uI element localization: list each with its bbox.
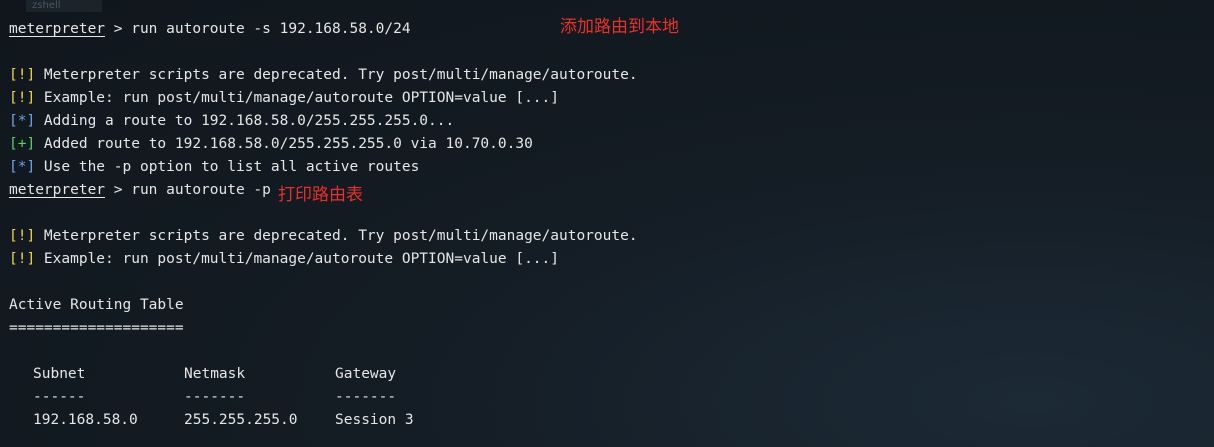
warning-tag: [!] (9, 67, 36, 83)
table-separator-row: ------ ------- ------- (9, 386, 1205, 409)
meterpreter-prompt: meterpreter (9, 182, 106, 198)
warning-tag: [!] (9, 90, 36, 106)
output-text: Example: run post/multi/manage/autoroute… (35, 90, 559, 106)
output-text: Use the -p option to list all active rou… (35, 159, 420, 175)
column-separator: ------- (335, 389, 397, 405)
command-line-2: meterpreter > run autoroute -p (9, 179, 1205, 202)
output-line: [!] Meterpreter scripts are deprecated. … (9, 225, 1205, 248)
terminal-tab[interactable]: zshell (26, 0, 102, 12)
output-text: Adding a route to 192.168.58.0/255.255.2… (35, 113, 455, 129)
table-row: 192.168.58.0 255.255.255.0 Session 3 (9, 409, 1205, 432)
gateway-cell: Session 3 (335, 412, 414, 428)
annotation-add-route: 添加路由到本地 (560, 17, 679, 37)
netmask-cell: 255.255.255.0 (184, 412, 298, 428)
column-separator: ------ (33, 389, 86, 405)
terminal-output: meterpreter > run autoroute -s 192.168.5… (9, 18, 1205, 432)
table-title-rule: ==================== (9, 320, 184, 336)
column-separator: ------- (184, 389, 246, 405)
table-title: Active Routing Table (9, 297, 184, 313)
output-line: [!] Meterpreter scripts are deprecated. … (9, 64, 1205, 87)
output-text: Meterpreter scripts are deprecated. Try … (35, 67, 638, 83)
output-line: [!] Example: run post/multi/manage/autor… (9, 248, 1205, 271)
column-header-subnet: Subnet (33, 366, 86, 382)
warning-tag: [!] (9, 251, 36, 267)
warning-tag: [!] (9, 228, 36, 244)
subnet-cell: 192.168.58.0 (33, 412, 138, 428)
command-text: > run autoroute -p (105, 182, 271, 198)
output-line: [!] Example: run post/multi/manage/autor… (9, 87, 1205, 110)
column-header-gateway: Gateway (335, 366, 397, 382)
command-text: > run autoroute -s 192.168.58.0/24 (105, 21, 411, 37)
annotation-print-table: 打印路由表 (278, 185, 363, 205)
output-text: Added route to 192.168.58.0/255.255.255.… (35, 136, 533, 152)
meterpreter-prompt: meterpreter (9, 21, 106, 37)
info-tag: [*] (9, 113, 36, 129)
output-text: Meterpreter scripts are deprecated. Try … (35, 228, 638, 244)
table-header-row: Subnet Netmask Gateway (9, 363, 1205, 386)
info-tag: [*] (9, 159, 36, 175)
output-line: [*] Adding a route to 192.168.58.0/255.2… (9, 110, 1205, 133)
column-header-netmask: Netmask (184, 366, 246, 382)
output-text: Example: run post/multi/manage/autoroute… (35, 251, 559, 267)
output-line: [+] Added route to 192.168.58.0/255.255.… (9, 133, 1205, 156)
success-tag: [+] (9, 136, 36, 152)
output-line: [*] Use the -p option to list all active… (9, 156, 1205, 179)
